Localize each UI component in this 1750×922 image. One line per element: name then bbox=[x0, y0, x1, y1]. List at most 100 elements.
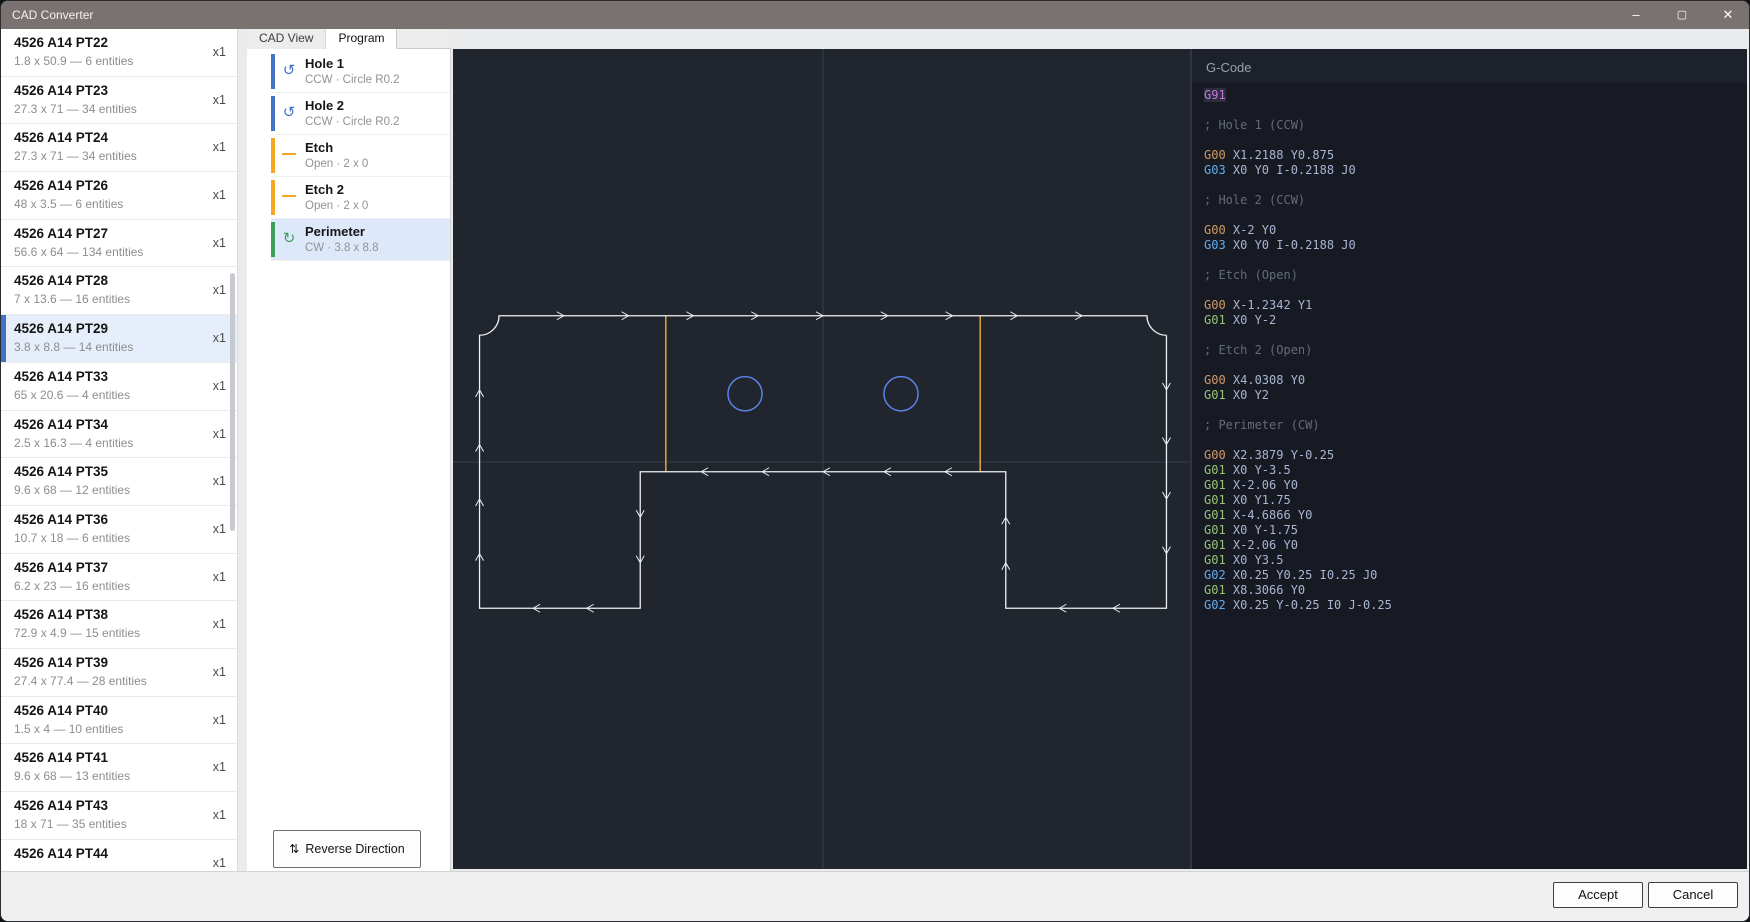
gcode-line: G01 X-4.6866 Y0 bbox=[1204, 508, 1735, 523]
part-name: 4526 A14 PT33 bbox=[14, 368, 225, 385]
minimize-button[interactable]: – bbox=[1613, 1, 1659, 29]
gcode-line: ; Perimeter (CW) bbox=[1204, 418, 1735, 433]
part-quantity-badge: x1 bbox=[213, 45, 226, 59]
part-meta: 6.2 x 23 — 16 entities bbox=[14, 579, 225, 594]
part-row[interactable]: 4526 A14 PT3610.7 x 18 — 6 entitiesx1 bbox=[1, 506, 237, 554]
cad-viewport[interactable] bbox=[453, 49, 1190, 869]
cw-rotation-icon: ↻ bbox=[280, 230, 298, 248]
part-meta: 9.6 x 68 — 13 entities bbox=[14, 769, 225, 784]
part-name: 4526 A14 PT40 bbox=[14, 702, 225, 719]
operation-title: Etch 2 bbox=[305, 182, 446, 198]
titlebar: CAD Converter – ▢ ✕ bbox=[1, 1, 1750, 29]
part-row[interactable]: 4526 A14 PT2427.3 x 71 — 34 entitiesx1 bbox=[1, 124, 237, 172]
part-row[interactable]: 4526 A14 PT3927.4 x 77.4 — 28 entitiesx1 bbox=[1, 649, 237, 697]
part-meta: 10.7 x 18 — 6 entities bbox=[14, 531, 225, 546]
part-row[interactable]: 4526 A14 PT342.5 x 16.3 — 4 entitiesx1 bbox=[1, 411, 237, 459]
operation-title: Hole 2 bbox=[305, 98, 446, 114]
part-row[interactable]: 4526 A14 PT287 x 13.6 — 16 entitiesx1 bbox=[1, 267, 237, 315]
part-quantity-badge: x1 bbox=[213, 713, 226, 727]
part-row[interactable]: 4526 A14 PT44x1 bbox=[1, 840, 237, 871]
part-row[interactable]: 4526 A14 PT359.6 x 68 — 12 entitiesx1 bbox=[1, 458, 237, 506]
part-quantity-badge: x1 bbox=[213, 427, 226, 441]
operation-meta: Open · 2 x 0 bbox=[305, 199, 446, 213]
part-meta: 56.6 x 64 — 134 entities bbox=[14, 245, 225, 260]
gcode-panel-title: G-Code bbox=[1206, 60, 1252, 75]
gcode-line bbox=[1204, 178, 1735, 193]
maximize-button[interactable]: ▢ bbox=[1659, 1, 1705, 29]
part-quantity-badge: x1 bbox=[213, 474, 226, 488]
parts-sidebar: 4526 A14 PT221.8 x 50.9 — 6 entitiesx145… bbox=[1, 29, 238, 871]
gcode-editor[interactable]: G91 ; Hole 1 (CCW) G00 X1.2188 Y0.875G03 X… bbox=[1192, 83, 1747, 869]
part-row[interactable]: 4526 A14 PT3365 x 20.6 — 4 entitiesx1 bbox=[1, 363, 237, 411]
footer-bar: Accept Cancel bbox=[1, 871, 1750, 922]
accept-button[interactable]: Accept bbox=[1553, 882, 1643, 908]
gcode-line: G00 X1.2188 Y0.875 bbox=[1204, 148, 1735, 163]
gcode-line: G01 X0 Y-2 bbox=[1204, 313, 1735, 328]
gcode-line: G01 X-2.06 Y0 bbox=[1204, 538, 1735, 553]
program-operation-list: ↺Hole 1CCW · Circle R0.2↺Hole 2CCW · Cir… bbox=[271, 51, 450, 261]
operation-title: Perimeter bbox=[305, 224, 446, 240]
tab-program[interactable]: Program bbox=[326, 29, 397, 49]
gcode-line: G03 X0 Y0 I-0.2188 J0 bbox=[1204, 163, 1735, 178]
gcode-line: G02 X0.25 Y-0.25 I0 J-0.25 bbox=[1204, 598, 1735, 613]
operation-row-etch-2[interactable]: Etch 2Open · 2 x 0 bbox=[271, 177, 450, 219]
app-window: CAD Converter – ▢ ✕ 4526 A14 PT221.8 x 5… bbox=[0, 0, 1750, 922]
gcode-line: G00 X-1.2342 Y1 bbox=[1204, 298, 1735, 313]
operation-title: Hole 1 bbox=[305, 56, 446, 72]
part-meta: 72.9 x 4.9 — 15 entities bbox=[14, 626, 225, 641]
gcode-line bbox=[1204, 103, 1735, 118]
cancel-button[interactable]: Cancel bbox=[1648, 882, 1738, 908]
part-quantity-badge: x1 bbox=[213, 188, 226, 202]
gcode-line bbox=[1204, 133, 1735, 148]
part-name: 4526 A14 PT36 bbox=[14, 511, 225, 528]
operation-meta: CCW · Circle R0.2 bbox=[305, 73, 446, 87]
part-row[interactable]: 4526 A14 PT419.6 x 68 — 13 entitiesx1 bbox=[1, 744, 237, 792]
etch-line-icon bbox=[280, 188, 298, 206]
gcode-line: ; Hole 2 (CCW) bbox=[1204, 193, 1735, 208]
reverse-direction-label: Reverse Direction bbox=[305, 842, 404, 856]
part-quantity-badge: x1 bbox=[213, 570, 226, 584]
part-row[interactable]: 4526 A14 PT2327.3 x 71 — 34 entitiesx1 bbox=[1, 77, 237, 125]
operation-meta: Open · 2 x 0 bbox=[305, 157, 446, 171]
part-quantity-badge: x1 bbox=[213, 140, 226, 154]
part-quantity-badge: x1 bbox=[213, 665, 226, 679]
tab-strip: CAD ViewProgram bbox=[247, 29, 451, 49]
part-row[interactable]: 4526 A14 PT4318 x 71 — 35 entitiesx1 bbox=[1, 792, 237, 840]
gcode-line: G01 X0 Y1.75 bbox=[1204, 493, 1735, 508]
tab-cad-view[interactable]: CAD View bbox=[247, 29, 326, 49]
part-row[interactable]: 4526 A14 PT401.5 x 4 — 10 entitiesx1 bbox=[1, 697, 237, 745]
part-quantity-badge: x1 bbox=[213, 856, 226, 870]
reverse-direction-icon: ⇅ bbox=[289, 842, 299, 856]
part-row[interactable]: 4526 A14 PT2648 x 3.5 — 6 entitiesx1 bbox=[1, 172, 237, 220]
operation-row-hole-1[interactable]: ↺Hole 1CCW · Circle R0.2 bbox=[271, 51, 450, 93]
reverse-direction-button[interactable]: ⇅ Reverse Direction bbox=[273, 830, 421, 868]
part-row[interactable]: 4526 A14 PT376.2 x 23 — 16 entitiesx1 bbox=[1, 554, 237, 602]
part-row[interactable]: 4526 A14 PT293.8 x 8.8 — 14 entitiesx1 bbox=[1, 315, 237, 363]
close-button[interactable]: ✕ bbox=[1705, 1, 1750, 29]
part-meta: 65 x 20.6 — 4 entities bbox=[14, 388, 225, 403]
part-row[interactable]: 4526 A14 PT221.8 x 50.9 — 6 entitiesx1 bbox=[1, 29, 237, 77]
gcode-line bbox=[1204, 328, 1735, 343]
part-name: 4526 A14 PT28 bbox=[14, 272, 225, 289]
part-quantity-badge: x1 bbox=[213, 331, 226, 345]
gcode-line: ; Hole 1 (CCW) bbox=[1204, 118, 1735, 133]
operation-row-hole-2[interactable]: ↺Hole 2CCW · Circle R0.2 bbox=[271, 93, 450, 135]
operation-row-perimeter[interactable]: ↻PerimeterCW · 3.8 x 8.8 bbox=[271, 219, 450, 261]
gcode-line: G01 X0 Y-1.75 bbox=[1204, 523, 1735, 538]
part-quantity-badge: x1 bbox=[213, 760, 226, 774]
part-name: 4526 A14 PT23 bbox=[14, 82, 225, 99]
gcode-line: G02 X0.25 Y0.25 I0.25 J0 bbox=[1204, 568, 1735, 583]
gcode-line: G00 X4.0308 Y0 bbox=[1204, 373, 1735, 388]
part-row[interactable]: 4526 A14 PT3872.9 x 4.9 — 15 entitiesx1 bbox=[1, 601, 237, 649]
operation-row-etch[interactable]: EtchOpen · 2 x 0 bbox=[271, 135, 450, 177]
operation-meta: CCW · Circle R0.2 bbox=[305, 115, 446, 129]
gcode-line: G00 X2.3879 Y-0.25 bbox=[1204, 448, 1735, 463]
parts-list: 4526 A14 PT221.8 x 50.9 — 6 entitiesx145… bbox=[1, 29, 237, 871]
operation-title: Etch bbox=[305, 140, 446, 156]
gcode-line: G91 bbox=[1204, 88, 1735, 103]
part-meta: 27.4 x 77.4 — 28 entities bbox=[14, 674, 225, 689]
gcode-line: G01 X0 Y3.5 bbox=[1204, 553, 1735, 568]
part-row[interactable]: 4526 A14 PT2756.6 x 64 — 134 entitiesx1 bbox=[1, 220, 237, 268]
sidebar-scrollbar-thumb[interactable] bbox=[230, 273, 235, 531]
part-name: 4526 A14 PT24 bbox=[14, 129, 225, 146]
